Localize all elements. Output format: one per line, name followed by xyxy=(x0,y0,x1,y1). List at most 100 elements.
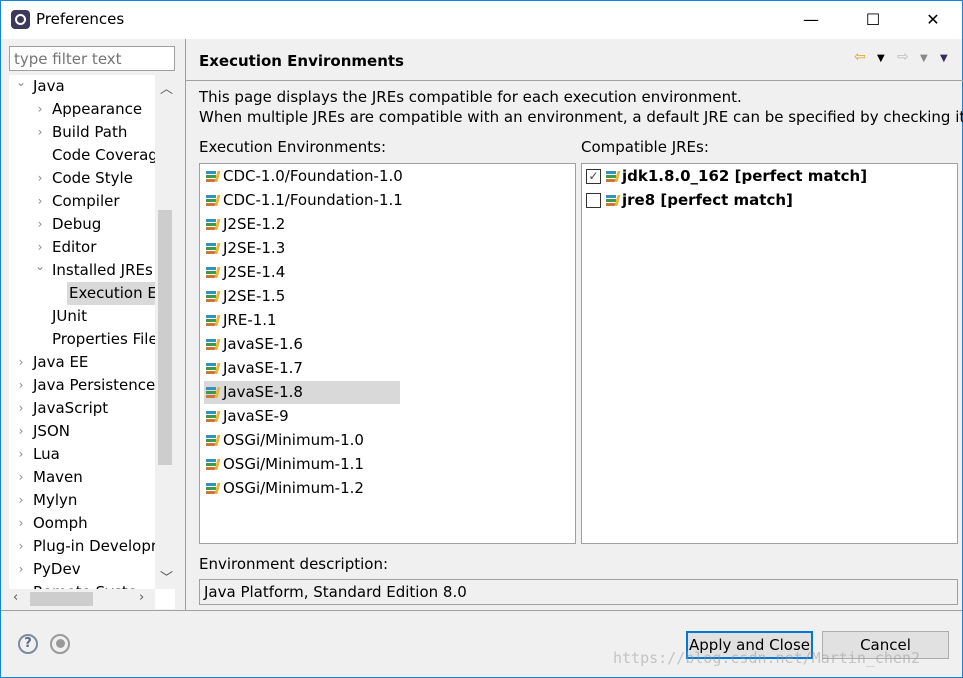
tree-item-label: JUnit xyxy=(52,307,87,325)
tree-item[interactable]: JUnit xyxy=(50,305,87,328)
environment-label: JavaSE-1.8 xyxy=(223,383,303,401)
tree-item[interactable]: Editor xyxy=(50,236,96,259)
environment-item[interactable]: JavaSE-9 xyxy=(204,405,289,428)
tree-item[interactable]: Build Path xyxy=(50,121,127,144)
tree-item[interactable]: Code Style xyxy=(50,167,133,190)
chevron-right-icon[interactable]: › xyxy=(15,424,27,438)
chevron-down-icon[interactable]: ⌄ xyxy=(15,75,27,89)
forward-menu-chevron-down-icon[interactable]: ▼ xyxy=(920,53,928,64)
chevron-right-icon[interactable]: › xyxy=(15,447,27,461)
tree-item[interactable]: Mylyn xyxy=(31,489,77,512)
library-icon xyxy=(206,363,221,374)
environment-item[interactable]: CDC-1.0/Foundation-1.0 xyxy=(204,165,403,188)
tree-item[interactable]: Java xyxy=(31,75,65,98)
environment-item[interactable]: OSGi/Minimum-1.2 xyxy=(204,477,364,500)
environment-item[interactable]: OSGi/Minimum-1.1 xyxy=(204,453,364,476)
jre-label: jre8 [perfect match] xyxy=(622,191,793,209)
scroll-thumb[interactable] xyxy=(158,210,172,465)
scroll-up-icon[interactable]: ︿ xyxy=(160,78,173,97)
arrow-right-icon[interactable]: ⇨ xyxy=(897,49,909,65)
tree-item[interactable]: Maven xyxy=(31,466,83,489)
tree-item-label: Plug-in Developr xyxy=(33,537,158,555)
chevron-right-icon[interactable]: › xyxy=(34,240,46,254)
environment-label: CDC-1.0/Foundation-1.0 xyxy=(223,167,403,185)
chevron-right-icon[interactable]: › xyxy=(15,401,27,415)
scroll-left-icon[interactable]: ‹ xyxy=(13,590,18,605)
environment-item[interactable]: J2SE-1.2 xyxy=(204,213,285,236)
tree-item[interactable]: Code Coverag xyxy=(50,144,158,167)
chevron-right-icon[interactable]: › xyxy=(15,493,27,507)
chevron-right-icon[interactable]: › xyxy=(34,171,46,185)
environment-item[interactable]: J2SE-1.5 xyxy=(204,285,285,308)
tree-item[interactable]: Appearance xyxy=(50,98,142,121)
tree-item[interactable]: Java Persistence xyxy=(31,374,155,397)
chevron-right-icon[interactable]: › xyxy=(34,217,46,231)
close-button[interactable]: ✕ xyxy=(918,7,948,33)
arrow-left-icon[interactable]: ⇦ xyxy=(854,49,866,65)
environment-item[interactable]: J2SE-1.3 xyxy=(204,237,285,260)
back-menu-chevron-down-icon[interactable]: ▼ xyxy=(877,53,885,64)
filter-input[interactable] xyxy=(9,46,175,71)
chevron-down-icon[interactable]: ⌄ xyxy=(34,259,46,273)
maximize-button[interactable]: ☐ xyxy=(858,7,888,33)
tree-item-label: PyDev xyxy=(33,560,81,578)
sash[interactable] xyxy=(185,39,186,610)
page-description: This page displays the JREs compatible f… xyxy=(199,88,742,106)
record-icon[interactable] xyxy=(50,634,70,654)
tree-item-label: Lua xyxy=(33,445,60,463)
tree-item-label: JavaScript xyxy=(33,399,109,417)
environment-item[interactable]: JavaSE-1.7 xyxy=(204,357,303,380)
tree-item[interactable]: Installed JREs xyxy=(50,259,153,282)
tree-item[interactable]: JavaScript xyxy=(31,397,108,420)
chevron-right-icon[interactable]: › xyxy=(34,194,46,208)
environment-item[interactable]: JavaSE-1.6 xyxy=(204,333,303,356)
library-icon xyxy=(206,435,221,446)
chevron-right-icon[interactable]: › xyxy=(15,562,27,576)
chevron-right-icon[interactable]: › xyxy=(34,125,46,139)
divider xyxy=(1,610,962,611)
jre-checkbox[interactable]: ✓ xyxy=(586,169,601,184)
page-description: When multiple JREs are compatible with a… xyxy=(199,108,963,126)
tree-item[interactable]: Properties File xyxy=(50,328,158,351)
scroll-thumb[interactable] xyxy=(30,592,93,606)
tree-item[interactable]: PyDev xyxy=(31,558,81,581)
environment-item[interactable]: CDC-1.1/Foundation-1.1 xyxy=(204,189,403,212)
environment-label: JavaSE-9 xyxy=(223,407,289,425)
scroll-down-icon[interactable]: ﹀ xyxy=(160,567,173,586)
tree-item[interactable]: JSON xyxy=(31,420,70,443)
tree-item[interactable]: Java EE xyxy=(31,351,88,374)
environment-label: OSGi/Minimum-1.0 xyxy=(223,431,364,449)
library-icon xyxy=(206,315,221,326)
environment-item[interactable]: J2SE-1.4 xyxy=(204,261,285,284)
view-menu-chevron-down-icon[interactable]: ▼ xyxy=(940,53,948,64)
chevron-right-icon[interactable]: › xyxy=(15,378,27,392)
environment-item[interactable]: JRE-1.1 xyxy=(204,309,277,332)
environment-item[interactable]: JavaSE-1.8 xyxy=(204,381,400,404)
chevron-right-icon[interactable]: › xyxy=(34,102,46,116)
chevron-right-icon[interactable]: › xyxy=(15,539,27,553)
minimize-button[interactable]: — xyxy=(796,7,826,33)
tree-item-label: Java EE xyxy=(33,353,89,371)
horizontal-scrollbar[interactable]: ‹ › xyxy=(9,589,155,609)
environment-item[interactable]: OSGi/Minimum-1.0 xyxy=(204,429,364,452)
jre-item[interactable]: ✓ jdk1.8.0_162 [perfect match] xyxy=(582,165,867,188)
chevron-right-icon[interactable]: › xyxy=(15,516,27,530)
chevron-right-icon[interactable]: › xyxy=(15,470,27,484)
tree-item[interactable]: Plug-in Developr xyxy=(31,535,157,558)
jre-item[interactable]: jre8 [perfect match] xyxy=(582,189,793,212)
environment-label: JavaSE-1.7 xyxy=(223,359,303,377)
tree-item[interactable]: Compiler xyxy=(50,190,120,213)
tree-item[interactable]: Oomph xyxy=(31,512,88,535)
help-icon[interactable]: ? xyxy=(18,634,38,654)
scroll-right-icon[interactable]: › xyxy=(139,590,144,605)
environments-list: CDC-1.0/Foundation-1.0 CDC-1.1/Foundation… xyxy=(199,163,576,544)
vertical-scrollbar[interactable]: ︿ ﹀ xyxy=(155,75,175,589)
environment-description-field: Java Platform, Standard Edition 8.0 xyxy=(199,579,958,605)
tree-item[interactable]: Debug xyxy=(50,213,101,236)
tree-item[interactable]: Lua xyxy=(31,443,60,466)
jre-checkbox[interactable] xyxy=(586,193,601,208)
chevron-right-icon[interactable]: › xyxy=(15,355,27,369)
jre-label: jdk1.8.0_162 [perfect match] xyxy=(622,167,868,185)
environment-label: JRE-1.1 xyxy=(223,311,277,329)
library-icon xyxy=(206,171,221,182)
